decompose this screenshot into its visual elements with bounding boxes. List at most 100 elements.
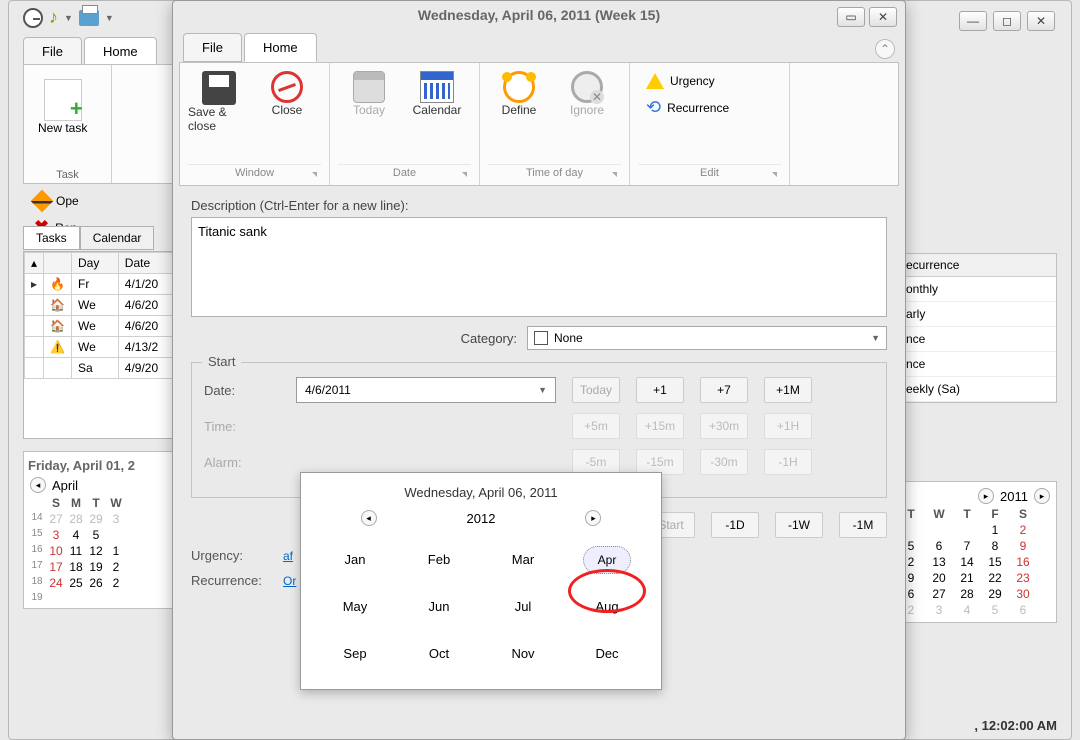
day[interactable]: 3 [106,511,126,527]
day[interactable]: 16 [1009,554,1037,570]
day[interactable]: 18 [66,559,86,575]
day[interactable]: 2 [1009,522,1037,538]
minimize-button[interactable]: — [959,11,987,31]
day[interactable]: 10 [46,543,66,559]
ignore-button[interactable]: Ignore [556,67,618,117]
day[interactable]: 28 [953,586,981,602]
day[interactable]: 27 [46,511,66,527]
month-jan[interactable]: Jan [313,536,397,583]
month-may[interactable]: May [313,583,397,630]
collapse-ribbon-button[interactable]: ⌃ [875,39,895,59]
month-sep[interactable]: Sep [313,630,397,677]
table-row[interactable]: ▸🔥Fr4/1/20 [25,274,182,295]
day[interactable]: 1 [106,543,126,559]
month-mar[interactable]: Mar [481,536,565,583]
month-aug[interactable]: Aug [565,583,649,630]
day[interactable]: 3 [925,602,953,618]
table-row[interactable]: 🏠We4/6/20 [25,316,182,337]
category-select[interactable]: None ▼ [527,326,887,350]
tab-calendar[interactable]: Calendar [80,226,155,250]
next-year-button[interactable]: ▸ [585,510,601,526]
maximize-button[interactable]: ◻ [993,11,1021,31]
day[interactable]: 15 [981,554,1009,570]
close-button[interactable]: ✕ [869,7,897,27]
day[interactable]: 24 [46,575,66,591]
next-view-button[interactable]: ▸ [978,488,994,504]
save-close-button[interactable]: Save & close [188,67,250,133]
month-jul[interactable]: Jul [481,583,565,630]
day[interactable]: 4 [66,527,86,543]
plus-1m-button[interactable]: +1M [764,377,812,403]
day[interactable]: 29 [981,586,1009,602]
list-item[interactable]: eekly (Sa) [898,377,1056,402]
col-icon[interactable] [44,253,72,274]
month-feb[interactable]: Feb [397,536,481,583]
tab-file[interactable]: File [183,33,242,62]
recurrence-link[interactable]: Or [283,574,296,588]
day[interactable]: 14 [953,554,981,570]
col-day[interactable]: Day [71,253,118,274]
day[interactable]: 29 [86,511,106,527]
month-oct[interactable]: Oct [397,630,481,677]
date-input[interactable]: 4/6/2011 ▼ [296,377,556,403]
next-year-button[interactable]: ▸ [1034,488,1050,504]
recurrence-button[interactable]: ⟲Recurrence [646,97,773,118]
day[interactable]: 8 [981,538,1009,554]
day[interactable]: 27 [925,586,953,602]
minus-1w-button[interactable]: -1W [775,512,823,538]
calendar-grid-right[interactable]: TWTFS 12 56789 213141516 920212223 62728… [897,506,1052,618]
day[interactable]: 19 [86,559,106,575]
tab-tasks[interactable]: Tasks [23,226,80,250]
day[interactable]: 5 [86,527,106,543]
dropdown-icon[interactable]: ▼ [105,13,114,23]
day[interactable]: 11 [66,543,86,559]
clock-icon[interactable] [23,8,43,28]
day[interactable]: 26 [86,575,106,591]
urgency-button[interactable]: Urgency [646,73,773,89]
day[interactable]: 17 [46,559,66,575]
new-task-button[interactable]: New task [30,71,95,143]
close-button[interactable]: ✕ [1027,11,1055,31]
day[interactable]: 2 [106,575,126,591]
list-item[interactable]: arly [898,302,1056,327]
calendar-button[interactable]: Calendar [406,67,468,117]
day[interactable]: 23 [1009,570,1037,586]
day[interactable]: 1 [981,522,1009,538]
list-item[interactable]: nce [898,327,1056,352]
picker-year[interactable]: 2012 [467,511,496,526]
dropdown-icon[interactable]: ▼ [64,13,73,23]
day[interactable]: 4 [953,602,981,618]
task-grid[interactable]: ▴ Day Date ▸🔥Fr4/1/20 🏠We4/6/20 🏠We4/6/2… [23,251,183,439]
month-jun[interactable]: Jun [397,583,481,630]
day[interactable]: 25 [66,575,86,591]
minus-1d-button[interactable]: -1D [711,512,759,538]
day[interactable]: 12 [86,543,106,559]
define-button[interactable]: Define [488,67,550,117]
day[interactable]: 6 [925,538,953,554]
day[interactable]: 22 [981,570,1009,586]
printer-icon[interactable] [79,10,99,26]
day[interactable]: 5 [981,602,1009,618]
prev-year-button[interactable]: ◂ [361,510,377,526]
close-button[interactable]: Close [256,67,318,117]
tab-file[interactable]: File [23,37,82,66]
day[interactable]: 3 [46,527,66,543]
table-row[interactable]: 🏠We4/6/20 [25,295,182,316]
month-dec[interactable]: Dec [565,630,649,677]
today-button[interactable]: Today [338,67,400,117]
description-input[interactable] [191,217,887,317]
day[interactable]: 30 [1009,586,1037,602]
day[interactable]: 9 [1009,538,1037,554]
tab-home[interactable]: Home [84,37,157,66]
table-row[interactable]: ⚠️We4/13/2 [25,337,182,358]
music-icon[interactable]: ♪ [49,7,58,28]
calendar-grid[interactable]: SMTW 142728293 15345 161011121 171718192… [28,495,188,604]
open-button[interactable]: Ope [34,193,79,209]
day[interactable]: 13 [925,554,953,570]
plus-7-button[interactable]: +7 [700,377,748,403]
day[interactable] [953,522,981,538]
day[interactable] [925,522,953,538]
plus-1-button[interactable]: +1 [636,377,684,403]
tab-home[interactable]: Home [244,33,317,62]
urgency-link[interactable]: af [283,549,293,563]
